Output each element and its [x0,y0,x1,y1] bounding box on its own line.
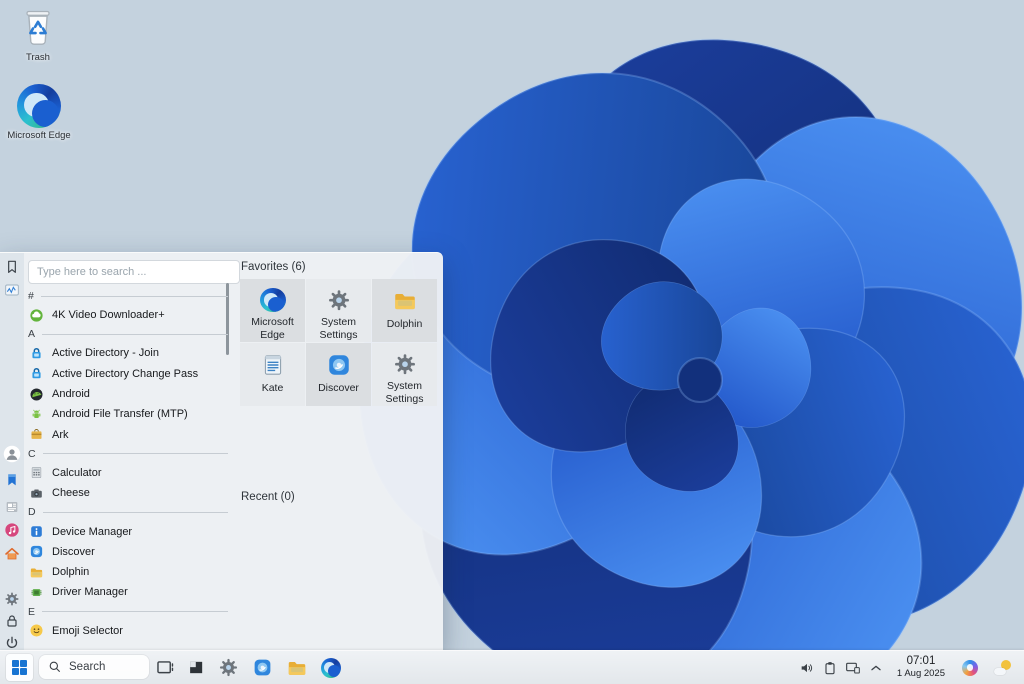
folder-icon [392,288,418,314]
volume-icon[interactable] [799,660,815,676]
desktop-icon-label: Trash [26,52,50,63]
edge-icon [260,288,286,312]
clock-time: 07:01 [897,655,945,668]
section-header: C [28,445,228,463]
copilot-icon[interactable] [962,660,978,676]
cloud-download-icon [29,308,44,323]
app-item-active-directory-join[interactable]: Active Directory - Join [28,343,228,363]
app-item-device-manager[interactable]: Device Manager [28,521,228,541]
lock-blue-icon [29,346,44,361]
clipboard-icon[interactable] [822,660,838,676]
dolphin-taskbar-icon[interactable] [286,657,308,679]
lock-icon[interactable] [4,613,20,629]
taskbar: Search 07:01 1 Aug 2025 [0,650,1024,684]
desktop-icon-microsoft-edge[interactable]: Microsoft Edge [8,84,70,141]
section-header: D [28,503,228,521]
power-icon[interactable] [4,635,20,651]
emoji-smiley-icon [29,623,44,638]
favorite-tile-system-settings[interactable]: System Settings [372,343,437,406]
chip-icon [29,585,44,600]
camera-icon [29,486,44,501]
section-header: E [28,603,228,621]
app-item-driver-manager[interactable]: Driver Manager [28,582,228,602]
device-manager-icon [29,524,44,539]
windows-logo-icon [12,660,28,676]
trash-icon [19,6,57,50]
taskbar-search[interactable]: Search [39,655,149,679]
settings-gear-icon[interactable] [4,591,20,607]
music-icon[interactable] [4,522,20,538]
tray-expand-chevron-icon[interactable] [868,660,884,676]
app-item-android[interactable]: Android [28,384,228,404]
start-menu-sidebar [0,253,24,651]
favorites-panel: Favorites (6) Microsoft Edge System Sett… [240,253,440,651]
home-folder-icon[interactable] [4,546,20,562]
bookmark-icon[interactable] [4,259,20,275]
documents-icon[interactable] [4,499,20,515]
app-item-emoji-selector[interactable]: Emoji Selector [28,621,228,641]
settings-gear-icon [392,352,418,376]
app-item-calculator[interactable]: Calculator [28,463,228,483]
android-robot-icon [29,407,44,422]
clock-date: 1 Aug 2025 [897,669,945,680]
desktop-pager-icon[interactable] [188,659,205,676]
system-tray: 07:01 1 Aug 2025 [792,651,1024,684]
discover-icon [326,352,352,378]
start-menu-search-input[interactable] [28,260,240,284]
settings-gear-icon [326,288,352,312]
clock[interactable]: 07:01 1 Aug 2025 [897,655,945,679]
app-list: # 4K Video Downloader+ A Active Director… [28,287,228,641]
activity-monitor-icon[interactable] [4,282,20,298]
app-item-dolphin[interactable]: Dolphin [28,562,228,582]
start-button[interactable] [6,654,33,681]
connected-devices-icon[interactable] [845,660,861,676]
archive-box-icon [29,427,44,442]
discover-taskbar-icon[interactable] [252,657,273,678]
task-view-icon[interactable] [156,658,175,677]
app-item-android-file-transfer[interactable]: Android File Transfer (MTP) [28,404,228,424]
system-settings-taskbar-icon[interactable] [218,657,239,678]
desktop-icon-label: Microsoft Edge [7,130,70,141]
search-icon [48,660,62,674]
app-item-4k-video-downloader[interactable]: 4K Video Downloader+ [28,305,228,325]
favorites-grid: Microsoft Edge System Settings Dolphin K… [240,279,437,406]
taskbar-search-label: Search [69,661,105,673]
bookmarks-icon[interactable] [4,472,20,488]
section-header: # [28,287,228,305]
app-item-active-directory-change-pass[interactable]: Active Directory Change Pass [28,364,228,384]
folder-icon [29,565,44,580]
recent-header: Recent (0) [241,491,295,503]
lock-blue-icon [29,366,44,381]
app-item-cheese[interactable]: Cheese [28,483,228,503]
discover-icon [29,544,44,559]
notepad-icon [260,352,286,378]
favorites-header: Favorites (6) [241,261,306,273]
app-item-discover[interactable]: Discover [28,542,228,562]
taskbar-pinned-apps [156,651,341,684]
favorite-tile-system-settings[interactable]: System Settings [306,279,371,342]
weather-icon[interactable] [994,660,1012,676]
start-menu: # 4K Video Downloader+ A Active Director… [0,252,443,651]
edge-taskbar-icon[interactable] [321,658,341,678]
app-item-ark[interactable]: Ark [28,424,228,444]
favorite-tile-kate[interactable]: Kate [240,343,305,406]
favorite-tile-microsoft-edge[interactable]: Microsoft Edge [240,279,305,342]
android-icon [29,387,44,402]
favorite-tile-discover[interactable]: Discover [306,343,371,406]
calculator-icon [29,465,44,480]
edge-icon [17,84,61,128]
section-header: A [28,325,228,343]
favorite-tile-dolphin[interactable]: Dolphin [372,279,437,342]
desktop-icon-trash[interactable]: Trash [12,6,64,63]
user-avatar-icon[interactable] [3,445,21,463]
